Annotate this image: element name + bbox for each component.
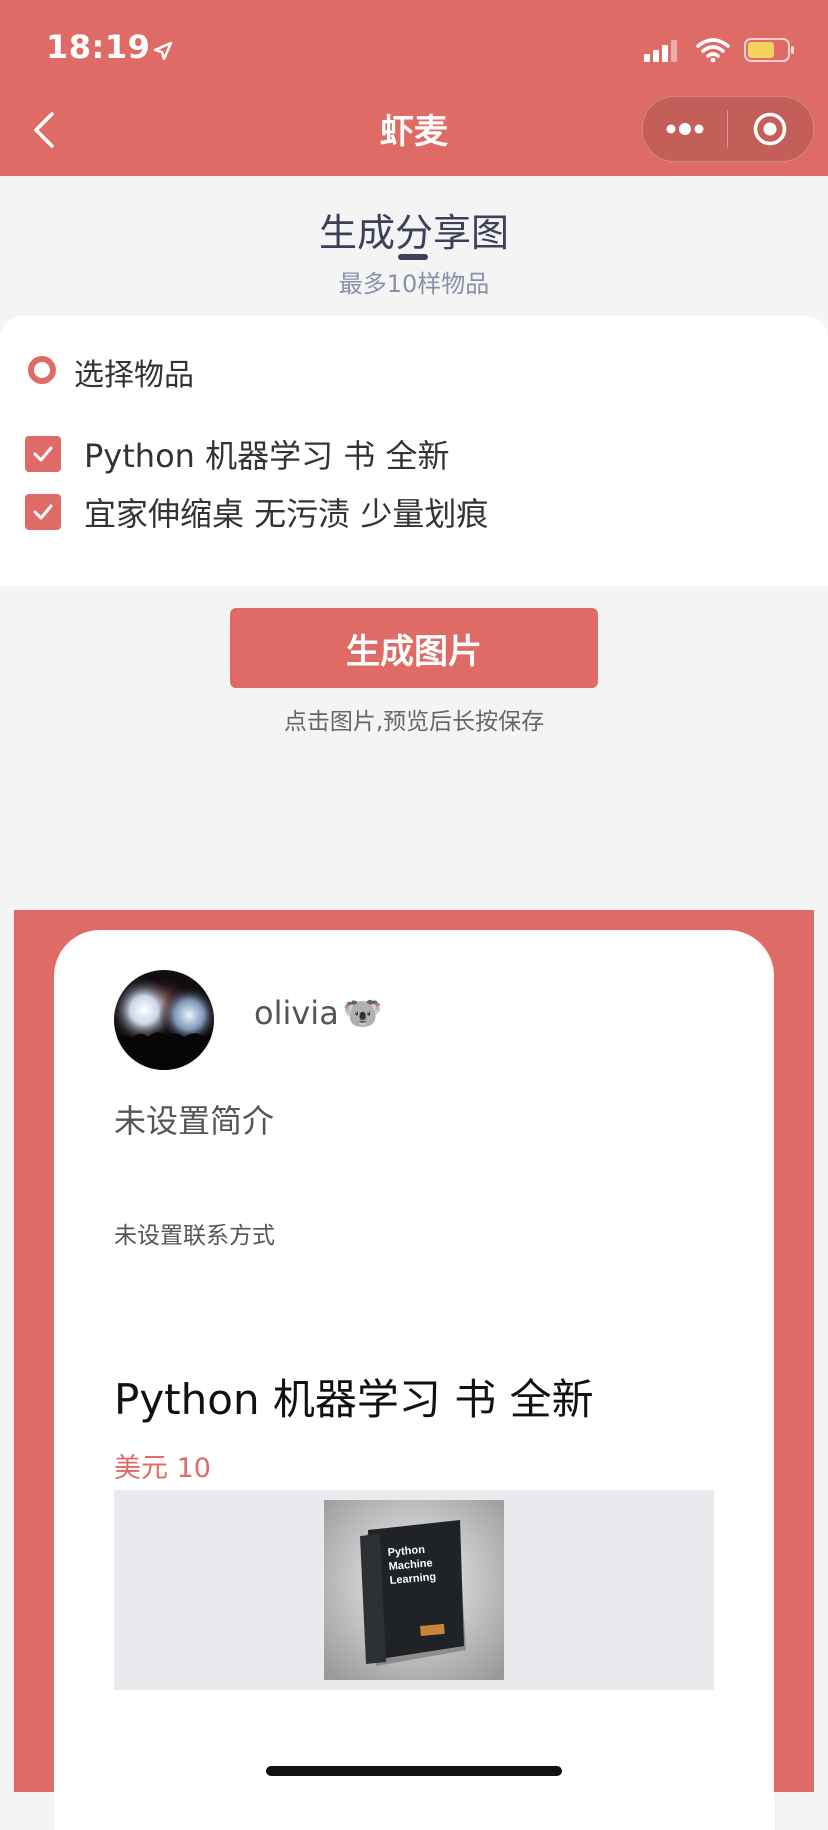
item-label: Python 机器学习 书 全新 xyxy=(84,437,450,475)
koala-emoji-icon: 🐨 xyxy=(342,994,383,1032)
item-price: 美元 10 xyxy=(114,1453,211,1484)
username: olivia 🐨 xyxy=(254,994,383,1032)
status-icons xyxy=(644,36,796,64)
select-items-label: 选择物品 xyxy=(74,358,194,393)
more-button[interactable] xyxy=(643,97,727,161)
more-dots-icon xyxy=(666,123,704,135)
home-indicator xyxy=(266,1766,562,1776)
username-text: olivia xyxy=(254,994,339,1032)
select-radio[interactable] xyxy=(28,356,56,384)
avatar xyxy=(114,970,214,1070)
user-contact: 未设置联系方式 xyxy=(114,1223,275,1249)
item-title: Python 机器学习 书 全新 xyxy=(114,1375,594,1424)
battery-icon xyxy=(744,38,794,62)
list-item[interactable]: Python 机器学习 书 全新 xyxy=(0,430,828,478)
close-program-button[interactable] xyxy=(728,97,812,161)
save-hint: 点击图片,预览后长按保存 xyxy=(283,709,545,735)
checkmark-icon xyxy=(33,504,53,520)
status-time: 18:19 xyxy=(46,28,151,66)
generate-image-button[interactable]: 生成图片 xyxy=(230,608,598,688)
user-bio: 未设置简介 xyxy=(114,1102,275,1140)
item-checkbox[interactable] xyxy=(25,436,61,472)
item-label: 宜家伸缩桌 无污渍 少量划痕 xyxy=(84,495,489,533)
location-arrow-icon xyxy=(153,41,173,61)
page-title: 生成分享图 xyxy=(318,211,509,255)
mini-program-capsule xyxy=(642,96,814,162)
signal-icon xyxy=(644,40,677,62)
book-cover-image: Python Machine Learning xyxy=(324,1500,504,1680)
list-item[interactable]: 宜家伸缩桌 无污渍 少量划痕 xyxy=(0,488,828,536)
checkmark-icon xyxy=(33,446,53,462)
title-underline xyxy=(398,254,428,260)
target-icon xyxy=(753,112,787,146)
item-checkbox[interactable] xyxy=(25,494,61,530)
concert-photo xyxy=(114,970,214,1070)
page-subtitle: 最多10样物品 xyxy=(338,270,490,298)
wifi-icon xyxy=(696,38,730,63)
